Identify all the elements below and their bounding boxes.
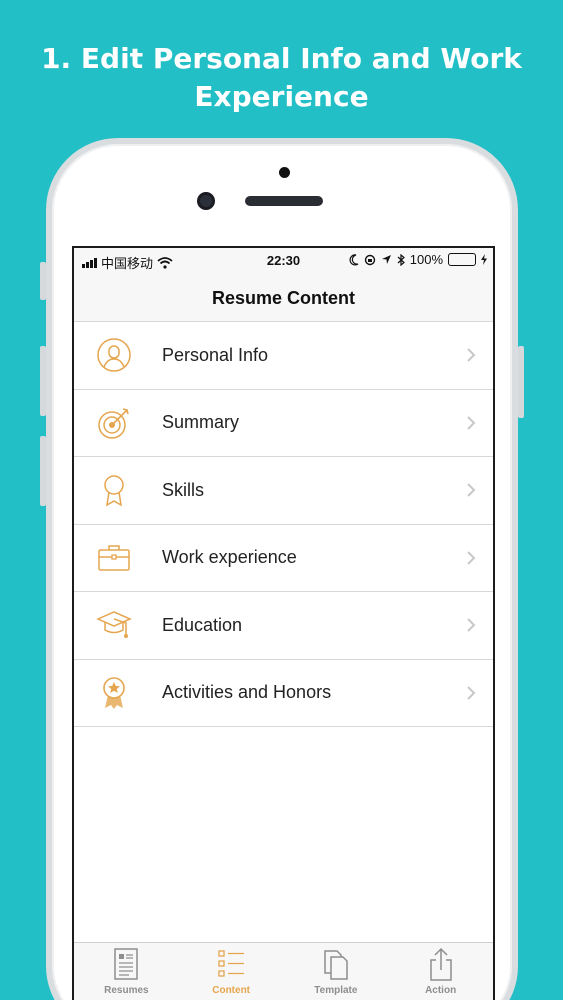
list-item-label: Summary [162,412,240,433]
list-item-label: Skills [162,479,205,500]
rotation-lock-icon [364,254,375,265]
target-icon [95,404,133,442]
chevron-right-icon [467,415,476,430]
page-title: Resume Content [211,288,355,308]
chevron-right-icon [467,348,476,362]
share-icon [429,947,452,981]
chevron-right-icon [467,618,476,632]
battery-percent: 100% [409,252,443,267]
medal-icon [95,674,133,712]
phone-screen: 中国移动 22:30 100% Resume Content Personal … [72,246,495,1000]
list-item-summary[interactable]: Summary [74,389,493,457]
proximity-sensor [279,167,290,178]
list-item-label: Personal Info [162,344,269,365]
tab-label: Template [314,985,358,996]
copy-icon [324,950,348,980]
list-item-skills[interactable]: Skills [74,457,493,525]
chevron-right-icon [467,550,476,565]
chevron-right-icon [467,483,476,497]
list-item-label: Work experience [162,547,297,568]
graduation-cap-icon [95,606,133,644]
headline-line-1: 1. Edit Personal Info and Work [41,42,522,75]
tab-resumes[interactable]: Resumes [74,943,179,1000]
list-item-education[interactable]: Education [74,592,493,660]
earpiece-speaker [245,196,323,206]
bluetooth-icon [397,253,405,266]
tab-content[interactable]: Content [179,943,284,1000]
chevron-right-icon [467,685,476,700]
briefcase-icon [95,539,133,577]
tab-label: Resumes [104,985,149,996]
moon-icon [349,253,359,265]
list-item-label: Activities and Honors [162,682,332,703]
list-item-activities-and-honors[interactable]: Activities and Honors [74,659,493,727]
charging-icon [481,254,487,265]
person-icon [95,336,133,374]
tab-label: Content [212,985,251,996]
battery-icon [448,253,476,266]
list-icon [218,950,245,977]
ribbon-icon [95,471,133,509]
headline-line-2: Experience [194,80,369,113]
tab-bar: Resumes Content Template Action [74,942,493,1000]
tab-template[interactable]: Template [284,943,389,1000]
headline: 1. Edit Personal Info and Work Experienc… [0,40,563,116]
power-button [518,346,524,418]
document-icon [114,948,139,980]
front-camera [197,192,215,210]
status-bar: 中国移动 22:30 100% [74,248,493,274]
list-item-label: Education [162,614,243,635]
list-item-work-experience[interactable]: Work experience [74,524,493,592]
tab-action[interactable]: Action [388,943,493,1000]
tab-label: Action [425,985,457,996]
location-icon [381,255,391,264]
content-list: Personal Info Summary Skills Work experi… [74,322,493,727]
list-item-personal-info[interactable]: Personal Info [74,322,493,390]
nav-bar: Resume Content [74,274,493,322]
